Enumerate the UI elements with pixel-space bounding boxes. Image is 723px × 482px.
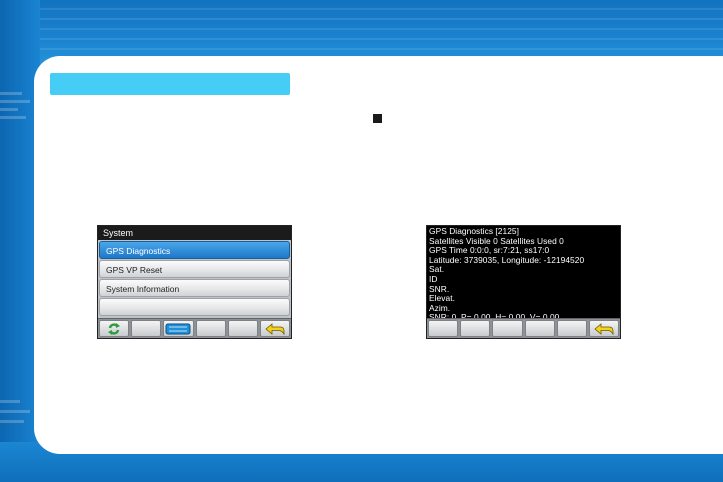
gps-diagnostics-screen: GPS Diagnostics [2125] Satellites Visibl… xyxy=(426,225,621,339)
snr-label: SNR. xyxy=(429,283,450,294)
refresh-button[interactable] xyxy=(99,320,130,337)
system-menu-screen: System GPS Diagnostics GPS VP Reset Syst… xyxy=(97,225,292,339)
menu-item-empty xyxy=(99,298,290,316)
toolbar-button-blank[interactable] xyxy=(460,320,491,337)
back-button[interactable] xyxy=(259,320,291,337)
back-button[interactable] xyxy=(588,320,620,337)
menu-item-gps-vp-reset[interactable]: GPS VP Reset xyxy=(99,260,290,278)
toolbar-button-blank[interactable] xyxy=(227,320,258,337)
toolbar-button-blank[interactable] xyxy=(492,320,523,337)
id-label: ID xyxy=(429,273,438,284)
system-toolbar xyxy=(98,318,291,338)
refresh-icon xyxy=(107,322,121,336)
back-arrow-icon xyxy=(265,322,285,335)
toolbar-button-blank[interactable] xyxy=(195,320,226,337)
back-arrow-icon xyxy=(594,322,614,335)
diagnostics-toolbar xyxy=(427,318,620,338)
elevation-label: Elevat. xyxy=(429,293,455,304)
keyboard-button[interactable] xyxy=(163,320,194,337)
lat-long-line: Latitude: 3739035, Longitude: -12194520 xyxy=(429,254,585,265)
toolbar-button-blank[interactable] xyxy=(524,320,555,337)
sat-label: Sat. xyxy=(429,264,445,275)
menu-item-system-information[interactable]: System Information xyxy=(99,279,290,297)
keyboard-icon xyxy=(165,323,191,335)
toolbar-button-blank[interactable] xyxy=(428,320,459,337)
screen-title: System xyxy=(98,226,291,240)
toolbar-button-blank[interactable] xyxy=(556,320,587,337)
menu-item-gps-diagnostics[interactable]: GPS Diagnostics xyxy=(99,241,290,259)
toolbar-button-blank[interactable] xyxy=(131,320,162,337)
diagnostics-text: GPS Diagnostics [2125] Satellites Visibl… xyxy=(427,226,620,323)
bullet-square-icon xyxy=(373,114,382,123)
section-header-bar xyxy=(50,73,290,95)
